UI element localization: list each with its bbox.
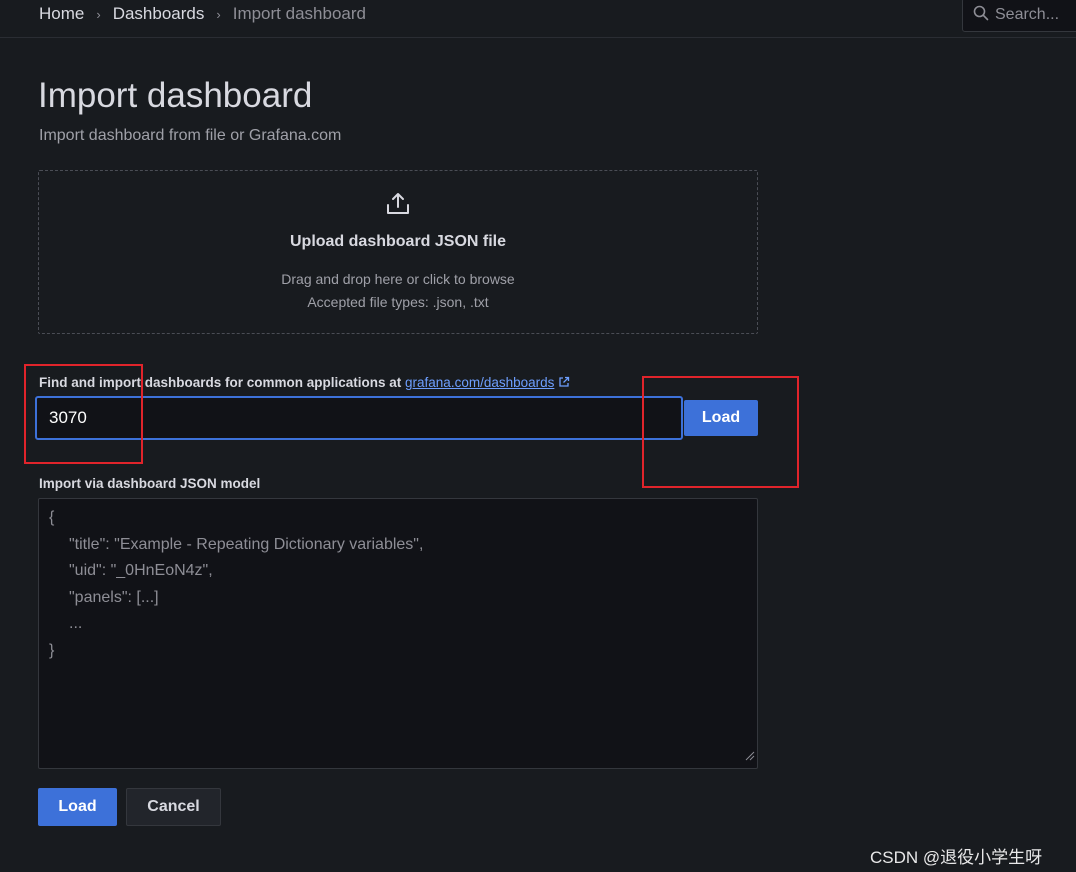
breadcrumb: Home › Dashboards › Import dashboard <box>39 3 366 25</box>
search-icon <box>973 5 995 26</box>
gcom-dashboards-link[interactable]: grafana.com/dashboards <box>405 375 554 390</box>
search-placeholder: Search... <box>995 6 1060 23</box>
upload-dropzone[interactable]: Upload dashboard JSON file Drag and drop… <box>38 170 758 334</box>
json-model-label: Import via dashboard JSON model <box>39 476 261 491</box>
breadcrumb-separator: › <box>96 6 101 22</box>
json-placeholder-line: ... <box>69 615 83 632</box>
annotation-box-load <box>642 376 799 488</box>
page-title: Import dashboard <box>38 76 313 115</box>
load-json-button[interactable]: Load <box>38 788 117 826</box>
json-placeholder-line: { <box>49 509 55 526</box>
json-placeholder-line: } <box>49 641 55 659</box>
resize-handle-icon[interactable] <box>745 748 755 766</box>
top-bar: Home › Dashboards › Import dashboard Sea… <box>0 0 1076 38</box>
upload-icon <box>385 191 411 222</box>
upload-title: Upload dashboard JSON file <box>289 233 507 250</box>
json-placeholder-line: "uid": "_0HnEoN4z", <box>69 562 213 579</box>
page-subtitle: Import dashboard from file or Grafana.co… <box>39 127 342 144</box>
json-placeholder-line: "panels": [...] <box>69 588 159 606</box>
breadcrumb-dashboards[interactable]: Dashboards <box>113 4 205 24</box>
cancel-button[interactable]: Cancel <box>126 788 221 826</box>
upload-hint: Drag and drop here or click to browse <box>281 271 515 287</box>
json-model-textarea[interactable]: { "title": "Example - Repeating Dictiona… <box>38 498 758 769</box>
external-link-icon <box>558 376 570 391</box>
watermark: CSDN @退役小学生呀 <box>870 848 1043 867</box>
json-placeholder-line: "title": "Example - Repeating Dictionary… <box>69 535 424 553</box>
breadcrumb-separator: › <box>216 6 221 22</box>
search-input[interactable]: Search... <box>962 0 1076 32</box>
upload-accepted-types: Accepted file types: .json, .txt <box>307 294 489 310</box>
breadcrumb-current: Import dashboard <box>232 4 366 23</box>
annotation-box-input <box>24 364 143 464</box>
breadcrumb-home[interactable]: Home <box>39 4 84 24</box>
